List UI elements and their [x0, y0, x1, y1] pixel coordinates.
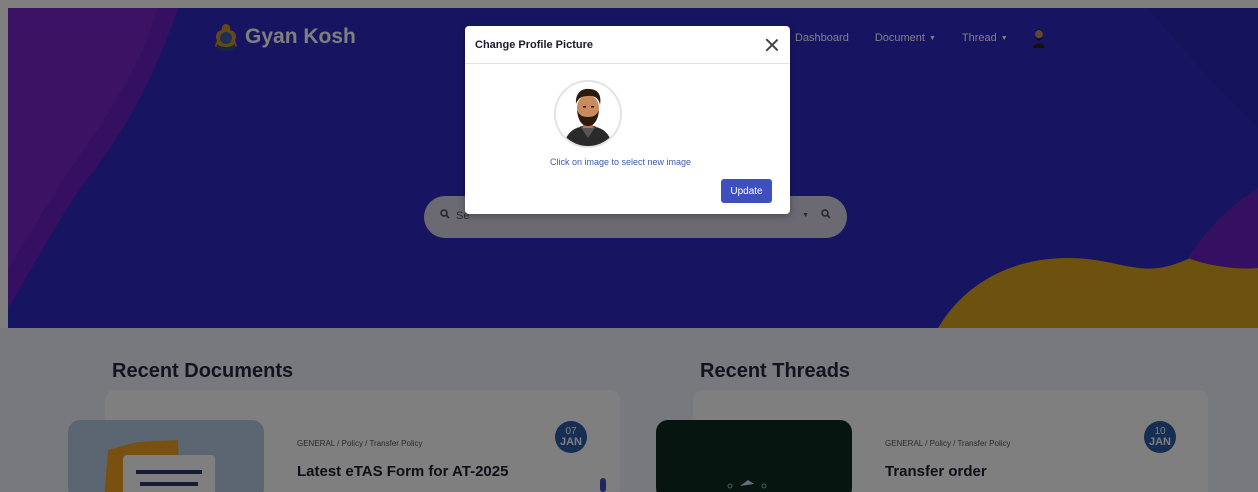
- profile-picture[interactable]: [554, 80, 622, 148]
- close-icon[interactable]: [764, 37, 780, 53]
- modal-header: Change Profile Picture: [465, 26, 790, 64]
- select-image-hint[interactable]: Click on image to select new image: [465, 157, 790, 167]
- update-button[interactable]: Update: [721, 179, 772, 203]
- profile-avatar-icon: [556, 82, 620, 146]
- modal-title: Change Profile Picture: [475, 38, 593, 51]
- change-profile-picture-modal: Change Profile Picture Click on image to…: [465, 26, 790, 214]
